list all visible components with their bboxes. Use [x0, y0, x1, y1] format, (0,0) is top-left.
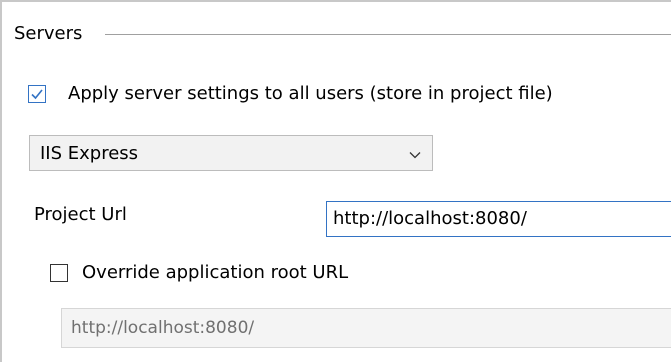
- chevron-down-icon: [408, 147, 422, 166]
- servers-group-title: Servers: [14, 23, 83, 44]
- project-url-label: Project Url: [34, 204, 127, 225]
- apply-settings-label[interactable]: Apply server settings to all users (stor…: [68, 82, 553, 106]
- server-type-selected: IIS Express: [40, 143, 139, 164]
- apply-settings-checkbox[interactable]: [28, 85, 46, 103]
- group-divider: [105, 34, 671, 35]
- project-url-input[interactable]: http://localhost:8080/: [326, 201, 671, 237]
- override-root-url-label[interactable]: Override application root URL: [82, 261, 348, 285]
- override-root-url-input: http://localhost:8080/: [61, 308, 671, 348]
- server-type-dropdown[interactable]: IIS Express: [29, 135, 433, 171]
- project-url-value: http://localhost:8080/: [333, 208, 527, 229]
- servers-panel: Servers Apply server settings to all use…: [0, 0, 671, 362]
- checkmark-icon: [31, 89, 43, 100]
- override-root-url-value: http://localhost:8080/: [71, 318, 255, 338]
- override-root-url-checkbox[interactable]: [50, 264, 68, 282]
